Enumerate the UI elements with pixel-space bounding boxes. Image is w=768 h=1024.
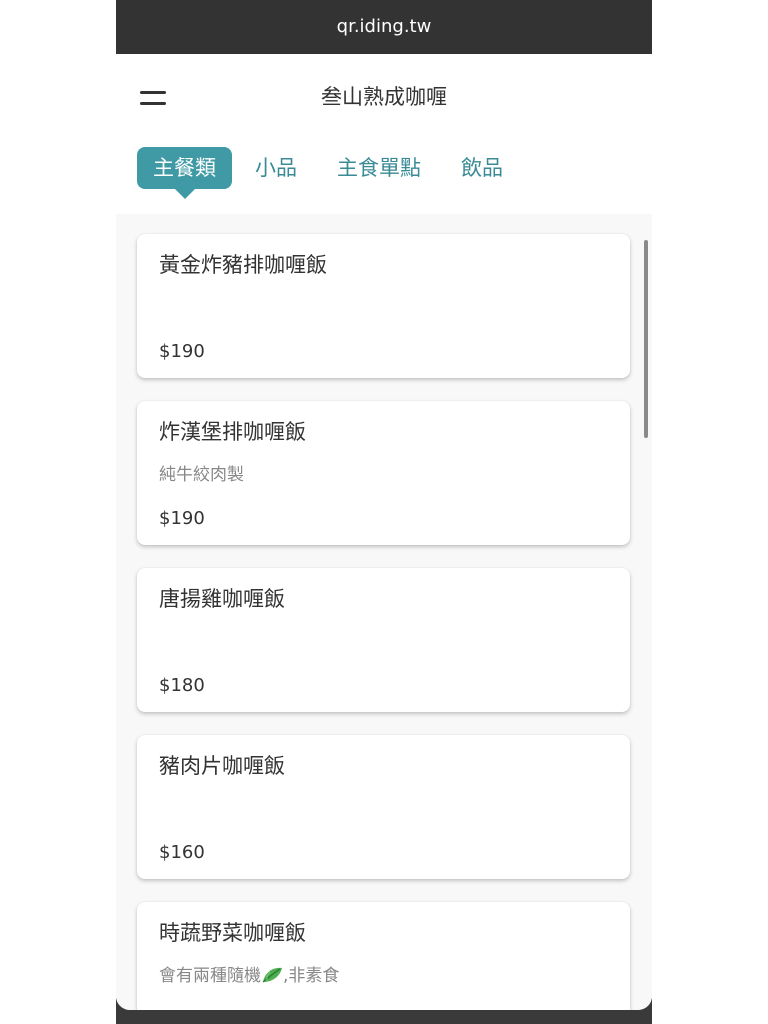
url-bar[interactable]: qr.iding.tw	[116, 0, 652, 54]
phone-frame: qr.iding.tw 叁山熟成咖喱 主餐類 小品 主食單點 飲品 黃金炸豬排咖…	[116, 0, 652, 1024]
app-header: 叁山熟成咖喱 主餐類 小品 主食單點 飲品	[116, 54, 652, 214]
menu-item-description: 純牛絞肉製	[159, 465, 244, 485]
menu-item-name: 唐揚雞咖喱飯	[159, 587, 285, 611]
leafy-greens-icon	[262, 967, 282, 983]
menu-item-price: $190	[159, 341, 205, 362]
menu-item-description-text: 會有兩種隨機	[159, 966, 261, 986]
menu-item-name: 炸漢堡排咖喱飯	[159, 420, 306, 444]
menu-list[interactable]: 黃金炸豬排咖喱飯 $190 炸漢堡排咖喱飯 純牛絞肉製 $190 唐揚雞咖喱飯 …	[116, 214, 652, 1010]
app-screen: 叁山熟成咖喱 主餐類 小品 主食單點 飲品 黃金炸豬排咖喱飯 $190 炸漢堡排…	[116, 54, 652, 1010]
menu-item-card[interactable]: 時蔬野菜咖喱飯 會有兩種隨機 ,非素食	[137, 902, 630, 1010]
menu-item-name: 黃金炸豬排咖喱飯	[159, 253, 327, 277]
tab-drinks[interactable]: 飲品	[461, 147, 503, 189]
menu-item-description: 會有兩種隨機 ,非素食	[159, 964, 339, 988]
menu-item-price: $180	[159, 675, 205, 696]
scrollbar[interactable]	[644, 240, 648, 438]
menu-item-card[interactable]: 豬肉片咖喱飯 $160	[137, 735, 630, 879]
menu-item-price: $190	[159, 508, 205, 529]
menu-item-card[interactable]: 炸漢堡排咖喱飯 純牛絞肉製 $190	[137, 401, 630, 545]
tab-main-dishes[interactable]: 主餐類	[137, 147, 232, 199]
url-text: qr.iding.tw	[336, 16, 432, 37]
menu-item-description-suffix: ,非素食	[283, 966, 340, 986]
menu-item-name: 豬肉片咖喱飯	[159, 754, 285, 778]
page-title: 叁山熟成咖喱	[321, 85, 447, 109]
menu-item-name: 時蔬野菜咖喱飯	[159, 921, 306, 945]
menu-item-card[interactable]: 唐揚雞咖喱飯 $180	[137, 568, 630, 712]
menu-item-price: $160	[159, 842, 205, 863]
tab-small-dishes[interactable]: 小品	[255, 147, 297, 189]
tab-staples[interactable]: 主食單點	[337, 147, 421, 189]
menu-item-card[interactable]: 黃金炸豬排咖喱飯 $190	[137, 234, 630, 378]
